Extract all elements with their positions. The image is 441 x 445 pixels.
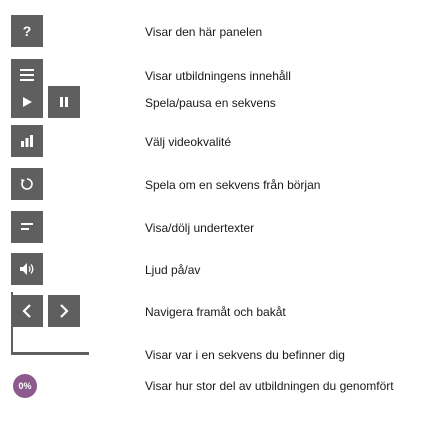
menu-list-icon bbox=[19, 68, 35, 82]
sound-button[interactable] bbox=[11, 253, 43, 285]
course-progress-badge: 0% bbox=[13, 374, 37, 398]
sequence-progress-description: Visar var i en sekvens du befinner dig bbox=[145, 348, 345, 362]
replay-icon bbox=[20, 177, 34, 191]
help-button[interactable]: ? bbox=[11, 15, 43, 47]
subtitles-icon bbox=[20, 221, 34, 233]
course-progress-description: Visar hur stor del av utbildningen du ge… bbox=[145, 379, 394, 393]
subtitles-button[interactable] bbox=[11, 211, 43, 243]
play-icon bbox=[21, 96, 33, 108]
navigate-description: Navigera framåt och bakåt bbox=[145, 305, 286, 319]
sequence-progress-marker bbox=[11, 292, 13, 352]
back-button[interactable] bbox=[11, 295, 43, 327]
bar-chart-icon bbox=[20, 134, 34, 148]
replay-button[interactable] bbox=[11, 168, 43, 200]
replay-description: Spela om en sekvens från början bbox=[145, 178, 321, 192]
arrow-right-icon bbox=[58, 304, 70, 318]
volume-icon bbox=[19, 262, 35, 276]
subtitles-description: Visa/dölj undertexter bbox=[145, 221, 255, 235]
pause-button[interactable] bbox=[48, 86, 80, 118]
course-progress-value: 0% bbox=[18, 380, 32, 391]
help-icon: ? bbox=[22, 23, 32, 39]
play-button[interactable] bbox=[11, 86, 43, 118]
sequence-progress-bar[interactable] bbox=[11, 352, 89, 355]
contents-description: Visar utbildningens innehåll bbox=[145, 69, 291, 83]
pause-icon bbox=[59, 96, 69, 108]
help-description: Visar den här panelen bbox=[145, 25, 263, 39]
sound-description: Ljud på/av bbox=[145, 263, 201, 277]
quality-description: Välj videokvalité bbox=[145, 135, 232, 149]
quality-button[interactable] bbox=[11, 125, 43, 157]
play-pause-description: Spela/pausa en sekvens bbox=[145, 96, 276, 110]
arrow-left-icon bbox=[21, 304, 33, 318]
forward-button[interactable] bbox=[48, 295, 80, 327]
